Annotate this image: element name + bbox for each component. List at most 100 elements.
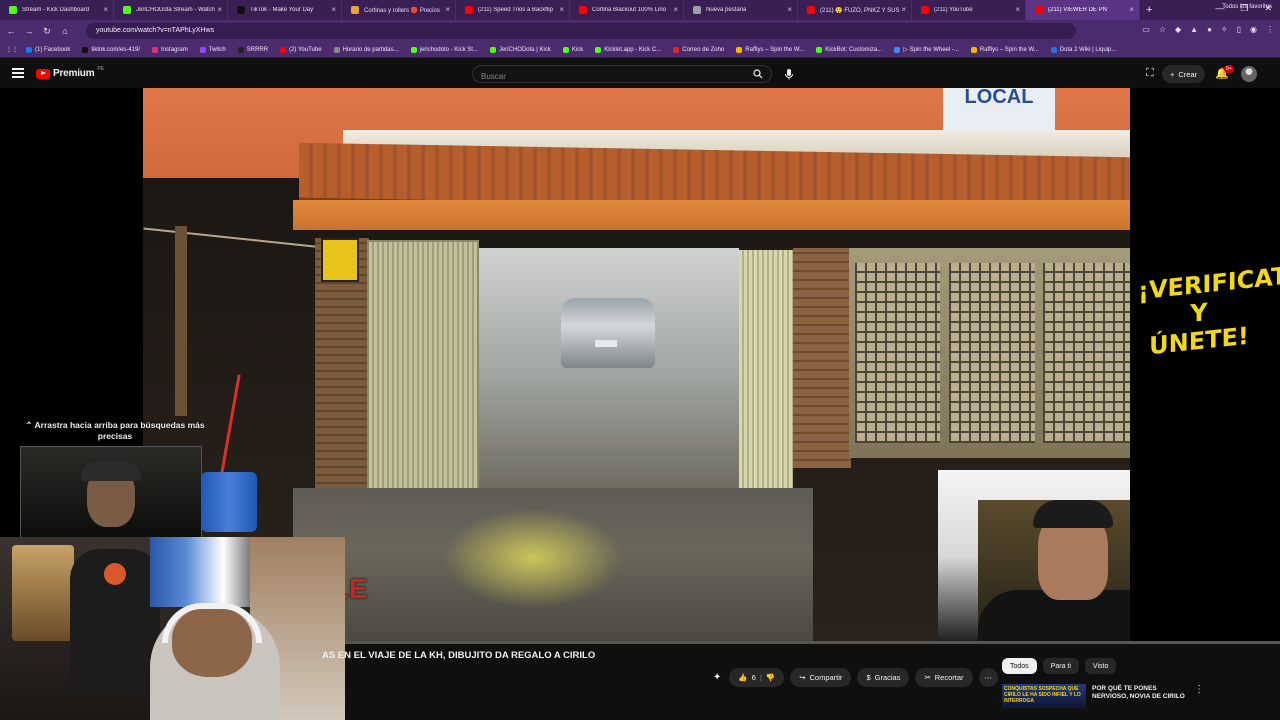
bookmark-item[interactable]: KickBot: Customiza... xyxy=(816,46,882,53)
clip-button[interactable]: ✂ Recortar xyxy=(915,668,973,687)
browser-tab[interactable]: Stream - Kick Dashboard × xyxy=(0,0,114,20)
extension-icon[interactable]: ● xyxy=(1207,25,1212,34)
bookmark-item[interactable]: Horario de partidas... xyxy=(333,46,399,53)
sidebar-icon[interactable]: ▯ xyxy=(1237,25,1241,34)
like-count: 6 xyxy=(751,673,756,682)
close-tab-icon[interactable]: × xyxy=(1129,5,1134,14)
new-tab-icon[interactable]: + xyxy=(1146,4,1152,16)
close-tab-icon[interactable]: × xyxy=(217,5,222,14)
search-input[interactable] xyxy=(473,68,733,85)
browser-tab[interactable]: (211) YouTube × xyxy=(912,0,1026,20)
country-code: PE xyxy=(97,65,105,72)
close-tab-icon[interactable]: × xyxy=(673,5,678,14)
puzzle-icon[interactable]: ✧ xyxy=(1221,25,1228,34)
browser-tab[interactable]: Nueva pestaña × xyxy=(684,0,798,20)
search-icon[interactable] xyxy=(753,69,763,79)
bookmark-item[interactable]: Kick xyxy=(562,46,583,53)
close-tab-icon[interactable]: × xyxy=(103,5,108,14)
close-tab-icon[interactable]: × xyxy=(901,5,906,14)
bookmark-item[interactable]: Correo de Zoho xyxy=(673,46,724,53)
bookmark-label: Dota 2 Wiki | Liquip... xyxy=(1059,46,1117,53)
thanks-button[interactable]: $ Gracias xyxy=(857,668,910,687)
bookmark-label: Horario de partidas... xyxy=(342,46,399,53)
menu-icon[interactable]: ⋮ xyxy=(1266,25,1274,34)
chip-visto[interactable]: Visto xyxy=(1084,658,1117,674)
more-actions-button[interactable]: ⋯ xyxy=(978,668,999,687)
profile-icon[interactable]: ◉ xyxy=(1250,25,1257,34)
membership-icon[interactable]: ✦ xyxy=(713,672,721,683)
rec-more-icon[interactable]: ⋮ xyxy=(1194,684,1204,695)
tab-favicon-icon xyxy=(1035,6,1043,14)
bookmark-item[interactable]: JeriCHODota | Kick xyxy=(489,46,551,53)
cast-icon[interactable]: ▭ xyxy=(1142,25,1150,34)
close-tab-icon[interactable]: × xyxy=(445,5,450,14)
bookmark-item[interactable]: Kicklet.app - Kick C... xyxy=(595,46,661,53)
rec-thumbnail[interactable]: CONQUISTAS SOSPECHA QUE CIRILO LE HA SID… xyxy=(1002,684,1086,708)
thumbs-up-icon[interactable]: 👍 xyxy=(738,673,747,682)
power-cable xyxy=(143,227,343,251)
bookmark-item[interactable]: Raffiys – Spin the W... xyxy=(970,46,1039,53)
recommended-video[interactable]: CONQUISTAS SOSPECHA QUE CIRILO LE HA SID… xyxy=(1002,684,1272,708)
microphone-icon[interactable] xyxy=(782,67,796,81)
tab-title: Cortinas y rollers 🔴 Precios xyxy=(364,7,440,14)
bookmark-item[interactable]: SRRRR xyxy=(237,46,269,53)
search-box xyxy=(472,65,772,85)
bookmark-favicon-icon xyxy=(1050,46,1057,53)
progress-bar[interactable] xyxy=(345,641,1280,644)
tab-title: (211) Speed Trios a Backflip xyxy=(478,7,553,13)
metal-door-right xyxy=(739,250,793,500)
address-bar[interactable]: youtube.com/watch?v=nTAPhLyXHws xyxy=(86,23,1076,39)
close-tab-icon[interactable]: × xyxy=(559,5,564,14)
hamburger-menu-icon[interactable] xyxy=(12,68,24,78)
back-icon[interactable]: ← xyxy=(2,26,20,36)
bookmark-label: ▷ Spin the Wheel -... xyxy=(903,47,959,53)
browser-tab[interactable]: (211) Speed Trios a Backflip × xyxy=(456,0,570,20)
extension-icon[interactable]: ▲ xyxy=(1190,25,1198,34)
chip-para-ti[interactable]: Para ti xyxy=(1042,658,1079,674)
reload-icon[interactable]: ↻ xyxy=(38,26,56,37)
extension-icon[interactable]: ◆ xyxy=(1175,25,1181,34)
bookmark-item[interactable]: Instagram xyxy=(152,46,188,53)
thumbs-down-icon[interactable]: 👎 xyxy=(766,673,775,682)
browser-tab[interactable]: Cortinas y rollers 🔴 Precios × xyxy=(342,0,456,20)
close-tab-icon[interactable]: × xyxy=(1015,5,1020,14)
cast-icon[interactable]: ⛶ xyxy=(1146,67,1154,80)
store-sign: LOCAL xyxy=(943,88,1055,132)
bookmark-item[interactable]: (1) Facebook xyxy=(26,46,70,53)
apps-icon[interactable]: ⋮⋮ xyxy=(6,46,18,53)
close-tab-icon[interactable]: × xyxy=(787,5,792,14)
star-icon[interactable]: ☆ xyxy=(1159,25,1166,34)
browser-toolbar: ← → ↻ ⌂ youtube.com/watch?v=nTAPhLyXHws … xyxy=(0,20,1280,42)
browser-tab[interactable]: (211) 😲 FUZO, PNKZ Y SUS × xyxy=(798,0,912,20)
bookmark-favicon-icon xyxy=(410,46,417,53)
bookmark-item[interactable]: Twitch xyxy=(199,46,226,53)
forward-icon[interactable]: → xyxy=(20,26,38,36)
create-label: Crear xyxy=(1178,69,1198,79)
browser-tab[interactable]: (211) VIEWER DE PN × xyxy=(1026,0,1140,20)
home-icon[interactable]: ⌂ xyxy=(56,26,74,36)
bookmark-favicon-icon xyxy=(673,46,680,53)
more-icon: ⋯ xyxy=(984,673,993,682)
bookmark-item[interactable]: jerichodoto - Kick St... xyxy=(410,46,478,53)
bookmark-item[interactable]: Dota 2 Wiki | Liquip... xyxy=(1050,46,1117,53)
create-button[interactable]: + Crear xyxy=(1162,65,1206,83)
tab-title: JeriCHODota Stream - Watch xyxy=(136,7,215,13)
bookmark-item[interactable]: (2) YouTube xyxy=(280,46,322,53)
chip-todos[interactable]: Todos xyxy=(1002,658,1037,674)
browser-tab[interactable]: JeriCHODota Stream - Watch × xyxy=(114,0,228,20)
close-tab-icon[interactable]: × xyxy=(331,5,336,14)
chair-logo xyxy=(104,563,126,585)
notification-badge: 9+ xyxy=(1224,65,1234,73)
share-button[interactable]: ↪ Compartir xyxy=(790,668,852,687)
bookmark-item[interactable]: Raffiys – Spin the W... xyxy=(736,46,804,53)
bookmark-item[interactable]: tiktok.com/es-419/ xyxy=(82,46,140,53)
bookmark-label: SRRRR xyxy=(246,46,269,53)
avatar[interactable] xyxy=(1241,66,1257,82)
all-bookmarks[interactable]: Todos los favoritos xyxy=(1222,4,1272,10)
browser-tab[interactable]: Cortina Blackout 100% Lino × xyxy=(570,0,684,20)
youtube-premium-logo[interactable]: Premium PE xyxy=(36,65,105,79)
browser-tab[interactable]: TikTok - Make Your Day × xyxy=(228,0,342,20)
poster xyxy=(12,545,74,641)
bookmark-item[interactable]: ▷ Spin the Wheel -... xyxy=(894,46,959,53)
license-plate xyxy=(595,340,617,347)
